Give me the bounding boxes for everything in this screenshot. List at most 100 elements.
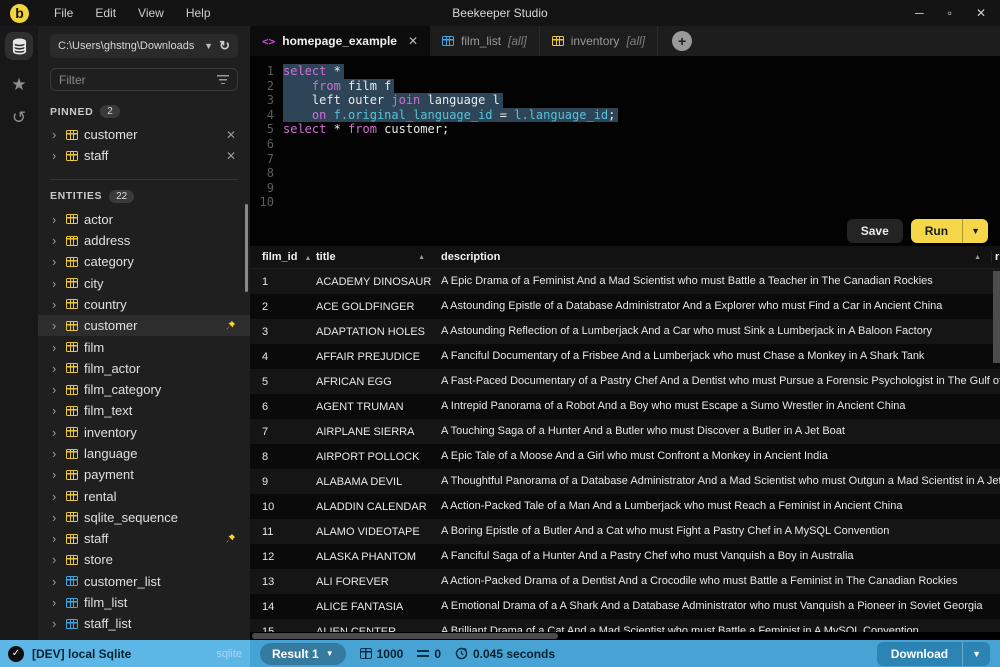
close-tab-icon[interactable]: ✕ — [408, 34, 418, 48]
cell-film-id[interactable]: 11 — [250, 526, 308, 538]
table-row[interactable]: 11 ALAMO VIDEOTAPE A Boring Epistle of a B… — [250, 519, 1000, 544]
chevron-right-icon[interactable]: › — [52, 616, 60, 631]
chevron-right-icon[interactable]: › — [52, 531, 60, 546]
cell-title[interactable]: ALASKA PHANTOM — [308, 551, 435, 563]
column-header-film-id[interactable]: film_id ▲ — [250, 251, 311, 263]
cell-description[interactable]: A Action-Packed Drama of a Dentist And a… — [435, 569, 1000, 594]
result-selector[interactable]: Result 1 ▼ — [260, 642, 346, 665]
table-row[interactable]: 7 AIRPLANE SIERRA A Touching Saga of a Hun… — [250, 419, 1000, 444]
chevron-right-icon[interactable]: › — [52, 212, 60, 227]
entity-item-sales_by_store[interactable]: › sales_by_store — [50, 635, 238, 640]
cell-description[interactable]: A Boring Epistle of a Butler And a Cat w… — [435, 519, 1000, 544]
download-button[interactable]: Download — [876, 641, 963, 666]
entity-item-film[interactable]: › film — [50, 336, 238, 357]
cell-film-id[interactable]: 3 — [250, 326, 308, 338]
table-row[interactable]: 4 AFFAIR PREJUDICE A Fanciful Documentary … — [250, 344, 1000, 369]
database-panel-button[interactable] — [5, 32, 33, 60]
table-row[interactable]: 2 ACE GOLDFINGER A Astounding Epistle of a… — [250, 294, 1000, 319]
cell-film-id[interactable]: 6 — [250, 401, 308, 413]
cell-description[interactable]: A Fanciful Documentary of a Frisbee And … — [435, 344, 1000, 369]
cell-title[interactable]: AIRPORT POLLOCK — [308, 451, 435, 463]
history-icon[interactable]: ↺ — [12, 109, 26, 126]
editor-line-7[interactable]: 7 — [250, 152, 1000, 167]
editor-line-3[interactable]: 3 left outer join language l — [250, 93, 1000, 108]
menu-edit[interactable]: Edit — [95, 6, 116, 20]
run-button[interactable]: Run — [910, 219, 963, 243]
column-header-title[interactable]: title ▲ — [308, 251, 435, 263]
cell-film-id[interactable]: 10 — [250, 501, 308, 513]
cell-title[interactable]: ALABAMA DEVIL — [308, 476, 435, 488]
table-row[interactable]: 14 ALICE FANTASIA A Emotional Drama of a A… — [250, 594, 1000, 619]
cell-title[interactable]: AGENT TRUMAN — [308, 401, 435, 413]
chevron-right-icon[interactable]: › — [52, 318, 60, 333]
table-row[interactable]: 15 ALIEN CENTER A Brilliant Drama of a Cat… — [250, 619, 1000, 632]
entity-item-actor[interactable]: › actor — [50, 209, 238, 230]
cell-film-id[interactable]: 8 — [250, 451, 308, 463]
sidebar-scrollbar[interactable] — [245, 204, 248, 292]
entity-item-staff_list[interactable]: › staff_list — [50, 613, 238, 634]
cell-film-id[interactable]: 13 — [250, 576, 308, 588]
chevron-right-icon[interactable]: › — [52, 340, 60, 355]
cell-description[interactable]: A Fanciful Saga of a Hunter And a Pastry… — [435, 544, 1000, 569]
cell-title[interactable]: ADAPTATION HOLES — [308, 326, 435, 338]
chevron-right-icon[interactable]: › — [52, 446, 60, 461]
cell-description[interactable]: A Brilliant Drama of a Cat And a Mad Sci… — [435, 619, 1000, 632]
sql-editor[interactable]: 1 select * 2 from film f3 left outer join … — [250, 56, 1000, 216]
cell-title[interactable]: ALICE FANTASIA — [308, 601, 435, 613]
maximize-button[interactable]: ▫ — [948, 6, 952, 20]
column-header-description[interactable]: description ▲ — [435, 251, 991, 263]
chevron-right-icon[interactable]: › — [52, 297, 60, 312]
cell-film-id[interactable]: 14 — [250, 601, 308, 613]
cell-title[interactable]: ACE GOLDFINGER — [308, 301, 435, 313]
cell-description[interactable]: A Astounding Epistle of a Database Admin… — [435, 294, 1000, 319]
pinned-item-staff[interactable]: › staff ✕ — [50, 145, 238, 166]
chevron-right-icon[interactable]: › — [52, 425, 60, 440]
cell-description[interactable]: A Fast-Paced Documentary of a Pastry Che… — [435, 369, 1000, 394]
entity-item-inventory[interactable]: › inventory — [50, 422, 238, 443]
cell-description[interactable]: A Astounding Reflection of a Lumberjack … — [435, 319, 1000, 344]
run-options-caret[interactable]: ▼ — [962, 219, 988, 243]
chevron-right-icon[interactable]: › — [52, 403, 60, 418]
entity-item-country[interactable]: › country — [50, 294, 238, 315]
column-header-next-partial[interactable]: r — [991, 251, 1000, 263]
entity-item-film_text[interactable]: › film_text — [50, 400, 238, 421]
menu-help[interactable]: Help — [186, 6, 211, 20]
cell-description[interactable]: A Epic Drama of a Feminist And a Mad Sci… — [435, 269, 1000, 294]
results-horizontal-scrollbar[interactable] — [250, 632, 1000, 640]
cell-title[interactable]: AFFAIR PREJUDICE — [308, 351, 435, 363]
editor-line-1[interactable]: 1 select * — [250, 64, 1000, 79]
cell-film-id[interactable]: 9 — [250, 476, 308, 488]
entity-item-category[interactable]: › category — [50, 251, 238, 272]
table-row[interactable]: 12 ALASKA PHANTOM A Fanciful Saga of a Hun… — [250, 544, 1000, 569]
entity-item-address[interactable]: › address — [50, 230, 238, 251]
menu-file[interactable]: File — [54, 6, 73, 20]
chevron-right-icon[interactable]: › — [52, 638, 60, 640]
chevron-down-icon[interactable]: ▼ — [204, 41, 213, 51]
table-row[interactable]: 9 ALABAMA DEVIL A Thoughtful Panorama of a… — [250, 469, 1000, 494]
editor-line-9[interactable]: 9 — [250, 181, 1000, 196]
cell-description[interactable]: A Epic Tale of a Moose And a Girl who mu… — [435, 444, 1000, 469]
editor-line-2[interactable]: 2 from film f — [250, 78, 1000, 94]
chevron-right-icon[interactable]: › — [52, 361, 60, 376]
entity-item-film_actor[interactable]: › film_actor — [50, 358, 238, 379]
entity-item-staff[interactable]: › staff — [50, 528, 238, 549]
entity-item-film_category[interactable]: › film_category — [50, 379, 238, 400]
cell-film-id[interactable]: 1 — [250, 276, 308, 288]
editor-line-4[interactable]: 4 on f.original_language_id = l.language… — [250, 107, 1000, 123]
chevron-right-icon[interactable]: › — [52, 510, 60, 525]
tab-homepage-example[interactable]: <> homepage_example ✕ — [250, 26, 431, 56]
pin-icon[interactable] — [225, 320, 236, 331]
pin-icon[interactable] — [225, 533, 236, 544]
close-button[interactable]: ✕ — [976, 6, 986, 20]
filter-input[interactable] — [59, 72, 217, 87]
table-row[interactable]: 1 ACADEMY DINOSAUR A Epic Drama of a Femin… — [250, 269, 1000, 294]
save-button[interactable]: Save — [846, 219, 903, 243]
cell-description[interactable]: A Thoughtful Panorama of a Database Admi… — [435, 469, 1000, 494]
editor-line-10[interactable]: 10 — [250, 195, 1000, 210]
cell-description[interactable]: A Touching Saga of a Hunter And a Butler… — [435, 419, 1000, 444]
pinned-item-customer[interactable]: › customer ✕ — [50, 124, 238, 145]
chevron-right-icon[interactable]: › — [52, 254, 60, 269]
cell-film-id[interactable]: 12 — [250, 551, 308, 563]
menu-view[interactable]: View — [138, 6, 164, 20]
sort-asc-icon[interactable]: ▲ — [974, 254, 981, 261]
